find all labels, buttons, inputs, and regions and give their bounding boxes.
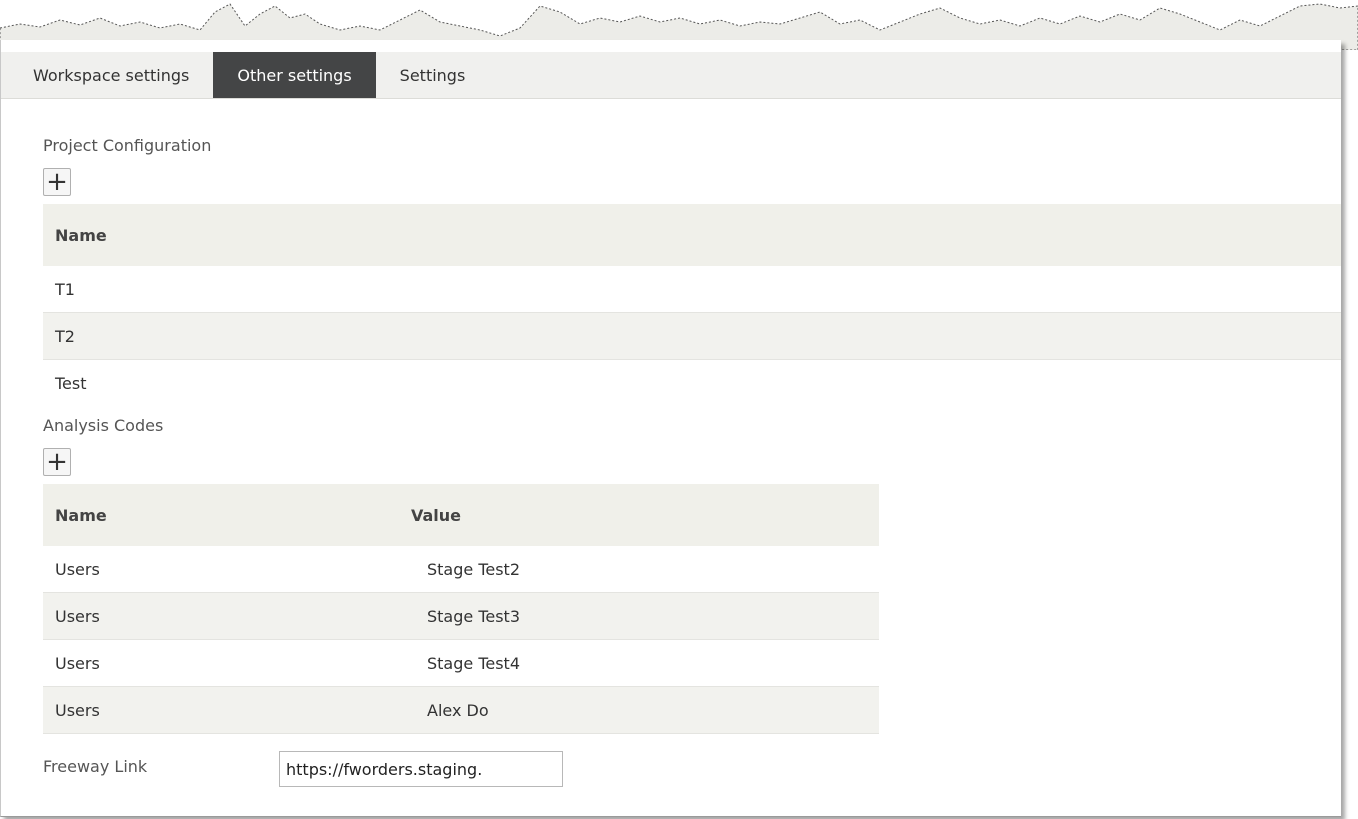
cell-value: Stage Test3 <box>399 592 879 640</box>
tab-workspace-settings[interactable]: Workspace settings <box>1 52 213 98</box>
table-row[interactable]: Users Alex Do <box>43 686 879 734</box>
table-row[interactable]: Users Stage Test3 <box>43 592 879 640</box>
table-row[interactable]: T1 <box>43 266 1341 313</box>
settings-window: Workspace settings Other settings Settin… <box>0 40 1341 817</box>
add-project-configuration-button[interactable]: + <box>43 168 71 196</box>
cell-value: Alex Do <box>399 686 879 734</box>
column-header-name[interactable]: Name <box>43 204 1341 266</box>
plus-icon: + <box>46 447 68 477</box>
cell-name: Test <box>55 373 87 393</box>
cell-name: Users <box>43 546 399 593</box>
column-header-value[interactable]: Value <box>399 484 879 546</box>
analysis-codes-table: Name Value Users Stage Test2 Users Stage… <box>43 484 879 734</box>
table-row[interactable]: T2 <box>43 312 1341 360</box>
cell-name: Users <box>43 686 399 734</box>
freeway-link-input[interactable] <box>279 751 563 787</box>
plus-icon: + <box>46 167 68 197</box>
tab-settings[interactable]: Settings <box>376 52 490 98</box>
cell-name: T1 <box>43 266 1341 313</box>
cell-name: Users <box>43 592 399 640</box>
tab-bar: Workspace settings Other settings Settin… <box>1 52 1341 99</box>
table-row[interactable]: Users Stage Test4 <box>43 639 879 687</box>
cell-value: Stage Test2 <box>399 546 879 593</box>
analysis-codes-title: Analysis Codes <box>43 416 164 435</box>
add-analysis-code-button[interactable]: + <box>43 448 71 476</box>
project-configuration-title: Project Configuration <box>43 136 212 155</box>
table-row[interactable]: Users Stage Test2 <box>43 546 879 593</box>
column-header-name[interactable]: Name <box>43 484 399 546</box>
cell-name: T2 <box>43 312 1341 360</box>
cell-name: Users <box>43 639 399 687</box>
project-configuration-table: Name T1 T2 Test <box>43 204 1341 406</box>
cell-value: Stage Test4 <box>399 639 879 687</box>
tab-other-settings[interactable]: Other settings <box>213 52 376 98</box>
table-row[interactable]: Test <box>43 360 1341 407</box>
freeway-link-label: Freeway Link <box>43 757 148 776</box>
